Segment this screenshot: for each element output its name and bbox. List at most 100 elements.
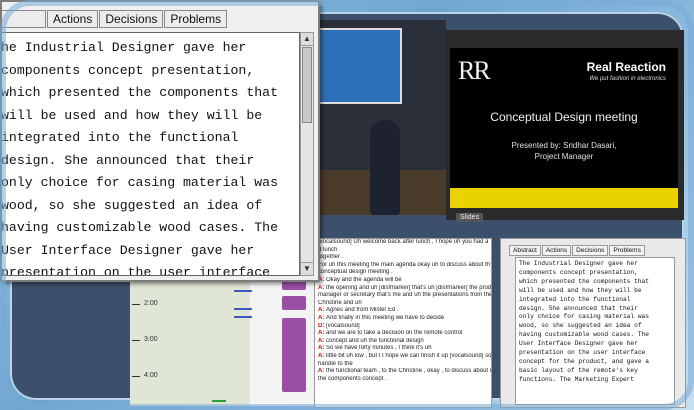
speaker-label: D: xyxy=(318,322,326,329)
tab-decisions[interactable]: Decisions xyxy=(572,245,609,256)
transcript-line[interactable]: manager or secretary that's me and uh th… xyxy=(315,292,491,300)
speaker-label: A: xyxy=(318,337,326,344)
utterance-text: handle to the xyxy=(318,360,353,367)
transcript-line[interactable]: A: So we have forty minutes , I think it… xyxy=(315,345,491,353)
tab-problems[interactable]: Problems xyxy=(164,10,228,28)
timeline-segment[interactable] xyxy=(282,296,306,310)
transcript-line[interactable]: the components concept . xyxy=(315,376,491,384)
transcript-line[interactable]: D: [vocalsound] xyxy=(315,323,491,331)
tab-actions[interactable]: Actions xyxy=(541,245,572,256)
timeline-label: 4:00 xyxy=(144,372,158,379)
summary-line: which presented the components that xyxy=(1,85,278,100)
presenter xyxy=(370,120,400,215)
transcript-line[interactable]: conceptual design meeting . xyxy=(315,269,491,277)
transcript-line[interactable]: A: concept and uh the functional design xyxy=(315,338,491,346)
summary-line: The Industrial Designer gave her xyxy=(519,260,638,267)
transcript-line[interactable]: together . xyxy=(315,254,491,262)
summary-line: he Industrial Designer gave her xyxy=(1,40,247,55)
summary-panel: Abstract Actions Decisions Problems The … xyxy=(500,238,686,408)
timeline-segment[interactable] xyxy=(234,308,252,310)
utterance-text: conceptual design meeting . xyxy=(318,269,393,276)
transcript-line[interactable]: A: Okay and the agenda will be xyxy=(315,277,491,285)
summary-line: only choice for casing material was xyxy=(1,175,278,190)
transcript-line[interactable]: [vocalsound] Uh welcome back after lunch… xyxy=(315,239,491,247)
utterance-text: And finally in this meeting we have to d… xyxy=(326,314,445,321)
summary-line: design. She announced that their xyxy=(1,152,255,168)
speaker-label: A: xyxy=(318,314,326,321)
summary-line: wood, so she suggested an idea of xyxy=(1,197,263,213)
slide-presenter: Presented by: Sridhar Dasari, Project Ma… xyxy=(450,140,678,162)
utterance-text: concept and uh the functional design xyxy=(326,337,424,344)
speaker-label: A: xyxy=(318,352,326,359)
summary-line: basic layout of the remote's key xyxy=(519,366,638,374)
speaker-label: A: xyxy=(318,345,326,352)
timeline-segment[interactable] xyxy=(234,316,252,318)
utterance-text: the opening and uh [disfmarker] that's u… xyxy=(326,284,491,291)
summary-line: presentation on the user interface xyxy=(519,349,646,357)
summary-line: will be used and how they will be xyxy=(1,107,263,123)
transcript-line[interactable]: d lunch xyxy=(315,247,491,255)
slide-presenter-line: Presented by: Sridhar Dasari, xyxy=(511,141,617,150)
slide-accent-bar xyxy=(450,188,678,208)
timeline-segment[interactable] xyxy=(234,290,252,292)
summary-line: will be used and how they will be xyxy=(519,286,642,294)
summary-tabs: Abstract Actions Decisions Problems xyxy=(509,245,646,256)
zoomed-tabs: Actions Decisions Problems xyxy=(2,10,228,28)
video-player[interactable] xyxy=(306,20,446,215)
timeline-segment[interactable] xyxy=(212,400,226,402)
slide-view[interactable]: RR Real Reaction We put fashion in elect… xyxy=(450,48,678,208)
slide-tagline: We put fashion in electronics xyxy=(589,76,666,82)
zoomed-summary-text[interactable]: he Industrial Designer gave her component… xyxy=(1,32,300,276)
summary-line: having customizable wood cases. The xyxy=(1,220,278,235)
timeline-panel[interactable]: 2:00 3:00 4:00 xyxy=(130,268,315,406)
summary-line: components concept presentation, xyxy=(1,62,255,78)
timeline-label: 2:00 xyxy=(144,300,158,307)
summary-line: having customizable wood cases. The xyxy=(519,331,649,339)
transcript-line[interactable]: Christine and uh xyxy=(315,300,491,308)
utterance-text: [vocalsound] xyxy=(326,322,360,329)
utterance-text: together . xyxy=(318,254,344,261)
tab-problems[interactable]: Problems xyxy=(609,245,645,256)
utterance-text: the components concept . xyxy=(318,375,387,382)
transcript-panel[interactable]: [vocalsound] Uh welcome back after lunch… xyxy=(314,238,492,408)
scroll-thumb[interactable] xyxy=(302,47,312,123)
slide-title: Conceptual Design meeting xyxy=(490,110,638,124)
tab-abstract[interactable] xyxy=(2,10,46,28)
scroll-up-icon[interactable]: ▲ xyxy=(301,33,313,46)
tab-slides[interactable]: Slides xyxy=(456,213,484,222)
transcript-line[interactable]: A: the functional team , to the Christin… xyxy=(315,368,491,376)
summary-line: functions. The Marketing Expert xyxy=(519,375,635,383)
transcript-line[interactable]: A: Agnes and from Mister Ed . xyxy=(315,307,491,315)
summary-line: components concept presentation, xyxy=(519,268,638,276)
scrollbar[interactable]: ▲ ▼ xyxy=(300,32,314,276)
slides-panel: RR Real Reaction We put fashion in elect… xyxy=(446,30,684,220)
zoomed-summary-callout: Actions Decisions Problems he Industrial… xyxy=(0,0,320,282)
transcript-line[interactable]: A: And finally in this meeting we have t… xyxy=(315,315,491,323)
tab-abstract[interactable]: Abstract xyxy=(509,245,541,256)
timeline-segment[interactable] xyxy=(282,318,306,392)
transcript-line[interactable]: A: and we are to take a decision on the … xyxy=(315,330,491,338)
utterance-text: little bit uh low , but I I hope we can … xyxy=(326,352,491,359)
transcript-line[interactable]: A: little bit uh low , but I I hope we c… xyxy=(315,353,491,361)
utterance-text: For uh this meeting the main agenda okay… xyxy=(318,261,491,268)
summary-line: presentation on the user interface xyxy=(1,265,271,276)
utterance-text: the functional team , to the Christine ,… xyxy=(326,368,491,375)
transcript-line[interactable]: A: the opening and uh [disfmarker] that'… xyxy=(315,285,491,293)
summary-line: User Interface Designer gave her xyxy=(519,340,638,348)
summary-text[interactable]: The Industrial Designer gave her componen… xyxy=(515,257,675,405)
transcript-line[interactable]: handle to the xyxy=(315,361,491,369)
scroll-down-icon[interactable]: ▼ xyxy=(301,262,313,275)
tab-decisions[interactable]: Decisions xyxy=(99,10,164,28)
transcript-line[interactable]: For uh this meeting the main agenda okay… xyxy=(315,262,491,270)
speaker-label: A: xyxy=(318,368,326,375)
summary-line: integrated into the functional xyxy=(1,130,239,145)
summary-line: design. She announced that their xyxy=(519,304,638,312)
summary-line: integrated into the functional xyxy=(519,295,631,303)
utterance-text: manager or secretary that's me and uh th… xyxy=(318,292,491,299)
speaker-label: A: xyxy=(318,284,326,291)
utterance-text: So we have forty minutes , I think it's … xyxy=(326,345,432,352)
company-logo: RR xyxy=(458,56,491,85)
tab-actions[interactable]: Actions xyxy=(47,10,99,28)
summary-line: User Interface Designer gave her xyxy=(1,242,255,258)
slide-brand: Real Reaction xyxy=(586,60,666,74)
